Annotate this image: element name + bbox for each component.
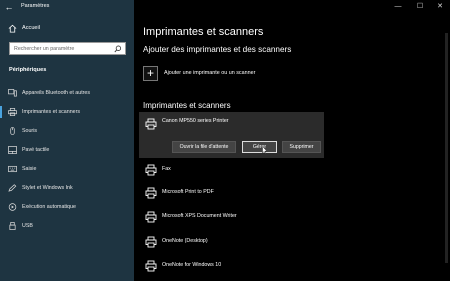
printer-item-fax[interactable]: Fax [139, 161, 319, 181]
back-button[interactable]: ← [3, 2, 15, 13]
page-title: Imprimantes et scanners [143, 26, 264, 38]
sidebar-section-label: Périphériques [9, 67, 47, 73]
printer-name: OneNote (Desktop) [162, 238, 208, 244]
sidebar-item-mouse[interactable]: Souris [0, 124, 134, 138]
sidebar-item-label: Stylet et Windows Ink [22, 185, 73, 191]
sidebar-item-label: Appareils Bluetooth et autres [22, 90, 91, 96]
sidebar-item-typing[interactable]: Saisie [0, 162, 134, 176]
printer-name: Fax [162, 166, 171, 172]
sidebar-item-autoplay[interactable]: Exécution automatique [0, 200, 134, 214]
printer-name: Microsoft XPS Document Writer [162, 213, 237, 219]
printer-icon [145, 118, 157, 130]
pen-icon [8, 184, 17, 192]
title-bar: ← Paramètres — ☐ ✕ [0, 0, 450, 15]
printers-list-title: Imprimantes et scanners [143, 101, 231, 110]
home-icon [8, 24, 17, 33]
sidebar-item-touchpad[interactable]: Pavé tactile [0, 143, 134, 157]
printer-item-xps[interactable]: Microsoft XPS Document Writer [139, 208, 319, 228]
usb-icon [9, 222, 16, 230]
touchpad-icon [8, 146, 17, 154]
open-queue-button[interactable]: Ouvrir la file d'attente [172, 141, 236, 153]
active-indicator [0, 106, 2, 118]
main-content: Imprimantes et scanners Ajouter des impr… [134, 15, 450, 281]
add-printer-label[interactable]: Ajouter une imprimante ou un scanner [164, 70, 255, 76]
mouse-icon [10, 127, 15, 135]
autoplay-icon [8, 203, 17, 211]
keyboard-icon [8, 165, 17, 173]
sidebar-item-pen[interactable]: Stylet et Windows Ink [0, 181, 134, 195]
search-input[interactable]: Rechercher un paramètre [9, 42, 126, 55]
scrollbar[interactable] [445, 33, 448, 263]
printer-name: OneNote for Windows 10 [162, 262, 222, 268]
manage-button[interactable]: Gérer [242, 141, 277, 153]
printer-item-pdf[interactable]: Microsoft Print to PDF [139, 184, 319, 204]
minimize-button[interactable]: — [390, 1, 406, 13]
sidebar-item-usb[interactable]: USB [0, 219, 134, 233]
fax-icon [145, 164, 157, 176]
sidebar: Accueil Rechercher un paramètre Périphér… [0, 0, 134, 281]
sidebar-item-label: Saisie [22, 166, 37, 172]
search-icon[interactable] [114, 45, 122, 53]
printer-item-onenote-w10[interactable]: OneNote for Windows 10 [139, 257, 319, 277]
sidebar-item-label: Exécution automatique [22, 204, 76, 210]
printer-item-onenote-desktop[interactable]: OneNote (Desktop) [139, 233, 319, 253]
sidebar-item-label: USB [22, 223, 33, 229]
plus-icon: + [146, 66, 154, 80]
sidebar-item-bluetooth[interactable]: Appareils Bluetooth et autres [0, 86, 134, 100]
maximize-button[interactable]: ☐ [412, 1, 428, 13]
mouse-cursor-icon [262, 146, 268, 154]
sidebar-item-label: Souris [22, 128, 38, 134]
add-section-title: Ajouter des imprimantes et des scanners [143, 45, 292, 54]
printer-icon [145, 211, 157, 223]
sidebar-item-printers[interactable]: Imprimantes et scanners [0, 105, 134, 119]
printer-icon [145, 260, 157, 272]
add-printer-button[interactable]: + [143, 66, 158, 81]
printer-name: Microsoft Print to PDF [162, 189, 214, 195]
sidebar-home[interactable]: Accueil [0, 23, 134, 35]
sidebar-home-label: Accueil [22, 25, 41, 31]
bluetooth-devices-icon [8, 89, 17, 97]
printer-item-selected[interactable]: Canon MP550 series Printer Ouvrir la fil… [139, 112, 324, 158]
window-title: Paramètres [21, 3, 50, 9]
printer-icon [8, 108, 17, 116]
printer-name: Canon MP550 series Printer [162, 118, 229, 124]
printer-icon [145, 187, 157, 199]
sidebar-item-label: Imprimantes et scanners [22, 109, 80, 115]
remove-button[interactable]: Supprimer [282, 141, 321, 153]
printer-icon [145, 236, 157, 248]
sidebar-item-label: Pavé tactile [22, 147, 50, 153]
close-button[interactable]: ✕ [432, 1, 448, 13]
search-placeholder: Rechercher un paramètre [14, 46, 75, 52]
